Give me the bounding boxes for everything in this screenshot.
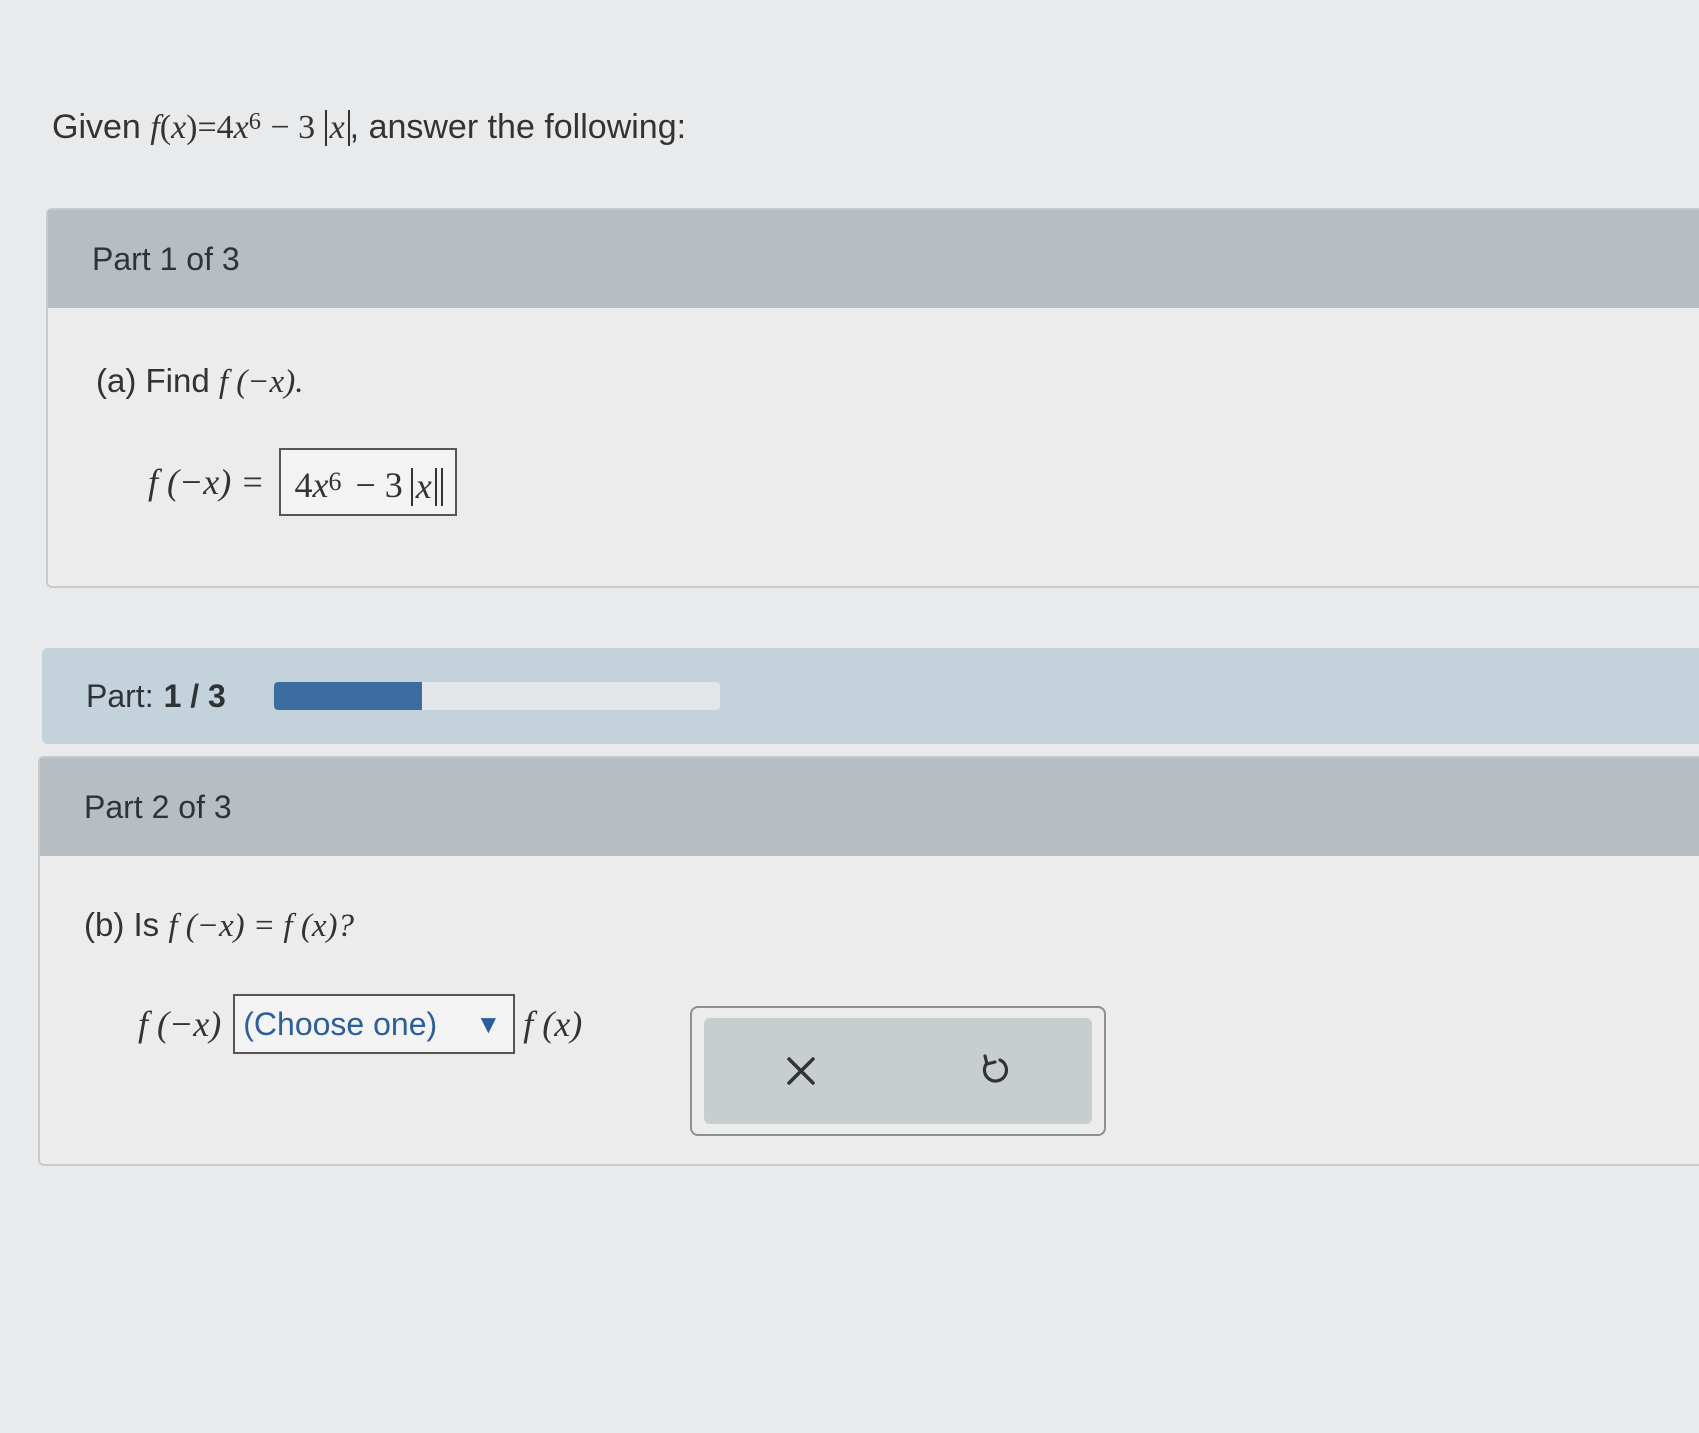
answer-exponent: 6 [328,466,342,496]
part1-answer-field[interactable]: 4x6 − 3 x [278,448,457,516]
undo-icon [982,1054,1009,1083]
close-icon [787,1057,815,1085]
question-prefix: Given [52,108,141,146]
part2-prompt: (b) Is f (−x) = f (x)? [84,906,354,945]
part2-answer-row: f (−x) (Choose one) ▼ f (x) [138,994,582,1054]
question-exponent: 6 [248,108,261,136]
text-cursor [440,468,443,506]
part1-header: Part 1 of 3 [48,210,1699,308]
comparison-select[interactable]: (Choose one) ▼ [233,994,516,1054]
question-statement: Given f(x)=4x6 − 3 x, answer the followi… [52,108,687,146]
progress-value: 1 / 3 [163,677,226,714]
question-var: x [233,109,249,146]
question-op: − 3 [270,109,316,146]
part1-panel: Part 1 of 3 (a) Find f (−x). f (−x) = 4x… [46,208,1699,588]
part1-prompt: (a) Find f (−x). [96,362,303,401]
part2-prompt-expr: f (−x) = f (x)? [168,908,354,944]
answer-tools [690,1006,1106,1136]
progress-label: Part: [86,677,154,714]
question-abs: x [324,110,350,146]
part2-rhs: f (x) [523,1004,583,1044]
dropdown-arrow-icon: ▼ [475,1008,502,1039]
progress-band: Part: 1 / 3 [42,648,1699,744]
answer-var: x [312,465,329,505]
question-fname: f [150,109,160,146]
question-coef: 4 [216,109,234,146]
part1-answer-lhs: f (−x) = [148,462,265,502]
clear-button[interactable] [766,1036,836,1106]
part1-prompt-expr: f (−x). [218,364,304,400]
part1-answer-row: f (−x) = 4x6 − 3 x [148,448,457,516]
part1-prompt-label: (a) Find [96,362,210,399]
answer-coef: 4 [294,465,313,505]
progress-bar [273,682,720,710]
comparison-select-value: (Choose one) [243,1005,438,1042]
progress-bar-fill [273,682,423,710]
undo-button[interactable] [960,1036,1030,1106]
question-suffix: , answer the following: [349,108,687,146]
question-arg: x [171,109,187,146]
part2-prompt-label: (b) Is [84,906,160,943]
answer-op: − 3 [355,465,403,505]
part2-header: Part 2 of 3 [40,758,1699,856]
part2-lhs: f (−x) [138,1004,222,1044]
answer-abs: x [410,467,437,506]
